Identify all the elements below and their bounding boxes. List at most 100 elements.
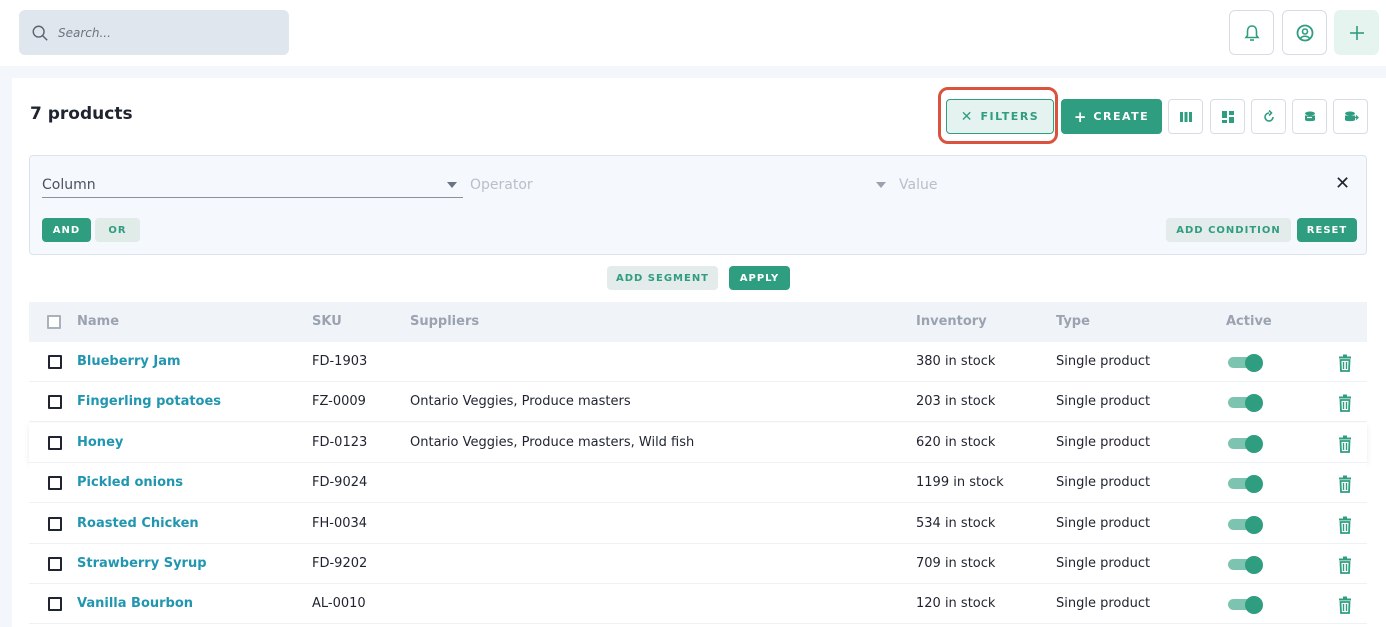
inventory-cell: 1199 in stock — [916, 475, 1004, 491]
or-toggle[interactable]: OR — [95, 218, 140, 242]
database-export-icon — [1344, 111, 1359, 121]
table-row[interactable]: Strawberry Syrup FD-9202 709 in stock Si… — [29, 544, 1367, 584]
inventory-cell: 203 in stock — [916, 394, 996, 410]
database-import-icon — [1304, 111, 1315, 121]
column-select[interactable]: Column — [42, 176, 463, 198]
refresh-button[interactable] — [1251, 99, 1286, 134]
close-icon: ✕ — [960, 108, 973, 125]
table-row[interactable]: Fingerling potatoes FZ-0009 Ontario Vegg… — [29, 382, 1367, 423]
column-header-sku[interactable]: SKU — [312, 314, 342, 329]
inventory-cell: 120 in stock — [916, 596, 996, 612]
row-checkbox[interactable] — [48, 395, 62, 410]
table-row[interactable]: Vanilla Bourbon AL-0010 120 in stock Sin… — [29, 584, 1367, 625]
columns-icon — [1179, 111, 1192, 122]
chevron-down-icon — [447, 182, 457, 188]
product-count-title: 7 products — [30, 104, 133, 124]
trash-icon[interactable] — [1338, 354, 1352, 372]
product-name-link[interactable]: Fingerling potatoes — [77, 394, 221, 409]
product-name-link[interactable]: Pickled onions — [77, 475, 183, 490]
suppliers-cell: Ontario Veggies, Produce masters, Wild f… — [410, 434, 695, 450]
sku-cell: FD-1903 — [312, 354, 368, 369]
search-box[interactable] — [19, 10, 289, 55]
type-cell: Single product — [1056, 475, 1151, 491]
row-checkbox[interactable] — [48, 435, 62, 450]
column-header-type[interactable]: Type — [1056, 314, 1090, 329]
product-name-link[interactable]: Vanilla Bourbon — [77, 596, 193, 611]
product-name-link[interactable]: Honey — [77, 435, 123, 450]
table-row[interactable]: Blueberry Jam FD-1903 380 in stock Singl… — [29, 342, 1367, 382]
active-toggle[interactable] — [1228, 434, 1263, 453]
column-header-name[interactable]: Name — [77, 314, 119, 329]
refresh-icon — [1263, 109, 1274, 122]
row-checkbox[interactable] — [48, 355, 62, 369]
toggle-knob — [1245, 354, 1263, 372]
user-circle-icon — [1296, 24, 1313, 41]
select-all-checkbox[interactable] — [47, 315, 61, 329]
type-cell: Single product — [1056, 434, 1151, 450]
active-toggle[interactable] — [1228, 354, 1263, 372]
trash-icon[interactable] — [1338, 556, 1352, 574]
trash-icon[interactable] — [1338, 435, 1352, 453]
value-input[interactable]: Value — [899, 176, 1315, 198]
top-bar — [0, 0, 1386, 66]
row-checkbox[interactable] — [48, 557, 62, 571]
column-header-inventory[interactable]: Inventory — [916, 314, 987, 329]
inventory-cell: 380 in stock — [916, 354, 996, 369]
search-icon — [32, 25, 48, 41]
operator-select-placeholder: Operator — [470, 177, 533, 193]
table-row[interactable]: Roasted Chicken FH-0034 534 in stock Sin… — [29, 503, 1367, 544]
filters-button[interactable]: ✕ FILTERS — [946, 99, 1054, 134]
toggle-knob — [1245, 596, 1263, 615]
add-condition-button[interactable]: ADD CONDITION — [1166, 218, 1291, 242]
sku-cell: AL-0010 — [312, 596, 366, 612]
inventory-cell: 534 in stock — [916, 515, 996, 531]
row-checkbox[interactable] — [48, 597, 62, 612]
bell-icon — [1243, 24, 1260, 41]
chevron-down-icon — [876, 182, 886, 188]
import-button[interactable] — [1292, 99, 1327, 134]
plus-icon — [1349, 25, 1364, 40]
trash-icon[interactable] — [1338, 394, 1352, 413]
product-name-link[interactable]: Blueberry Jam — [77, 354, 181, 369]
sku-cell: FD-9202 — [312, 556, 368, 571]
trash-icon[interactable] — [1338, 475, 1352, 494]
filters-button-label: FILTERS — [980, 110, 1040, 123]
active-toggle[interactable] — [1228, 556, 1263, 574]
active-toggle[interactable] — [1228, 475, 1263, 494]
type-cell: Single product — [1056, 394, 1151, 410]
column-header-active[interactable]: Active — [1226, 314, 1272, 329]
row-checkbox[interactable] — [48, 476, 62, 491]
search-input[interactable] — [58, 25, 258, 40]
account-button[interactable] — [1282, 10, 1327, 55]
toggle-knob — [1245, 394, 1263, 413]
export-button[interactable] — [1333, 99, 1368, 134]
column-header-suppliers[interactable]: Suppliers — [410, 314, 479, 329]
remove-condition-icon[interactable]: ✕ — [1335, 173, 1350, 194]
operator-select[interactable]: Operator — [470, 176, 892, 198]
layout-button[interactable] — [1210, 99, 1245, 134]
filter-builder: Column Operator Value ✕ AND OR ADD CONDI… — [29, 155, 1367, 255]
type-cell: Single product — [1056, 354, 1151, 369]
sku-cell: FD-0123 — [312, 434, 368, 450]
table-row[interactable]: Pickled onions FD-9024 1199 in stock Sin… — [29, 463, 1367, 504]
and-toggle[interactable]: AND — [42, 218, 91, 242]
row-checkbox[interactable] — [48, 516, 62, 531]
active-toggle[interactable] — [1228, 394, 1263, 413]
reset-button[interactable]: RESET — [1297, 218, 1357, 242]
active-toggle[interactable] — [1228, 515, 1263, 534]
trash-icon[interactable] — [1338, 596, 1352, 615]
sku-cell: FZ-0009 — [312, 394, 366, 410]
columns-button[interactable] — [1168, 99, 1203, 134]
trash-icon[interactable] — [1338, 516, 1352, 534]
apply-button[interactable]: APPLY — [729, 266, 790, 290]
add-segment-button[interactable]: ADD SEGMENT — [607, 266, 718, 290]
toggle-knob — [1245, 434, 1263, 453]
type-cell: Single product — [1056, 515, 1151, 531]
product-name-link[interactable]: Roasted Chicken — [77, 516, 199, 531]
product-name-link[interactable]: Strawberry Syrup — [77, 556, 207, 571]
table-row[interactable]: Honey FD-0123 Ontario Veggies, Produce m… — [29, 422, 1367, 463]
notifications-button[interactable] — [1229, 10, 1274, 55]
create-button[interactable]: + CREATE — [1061, 99, 1162, 134]
active-toggle[interactable] — [1228, 596, 1263, 615]
add-button[interactable] — [1334, 10, 1379, 55]
